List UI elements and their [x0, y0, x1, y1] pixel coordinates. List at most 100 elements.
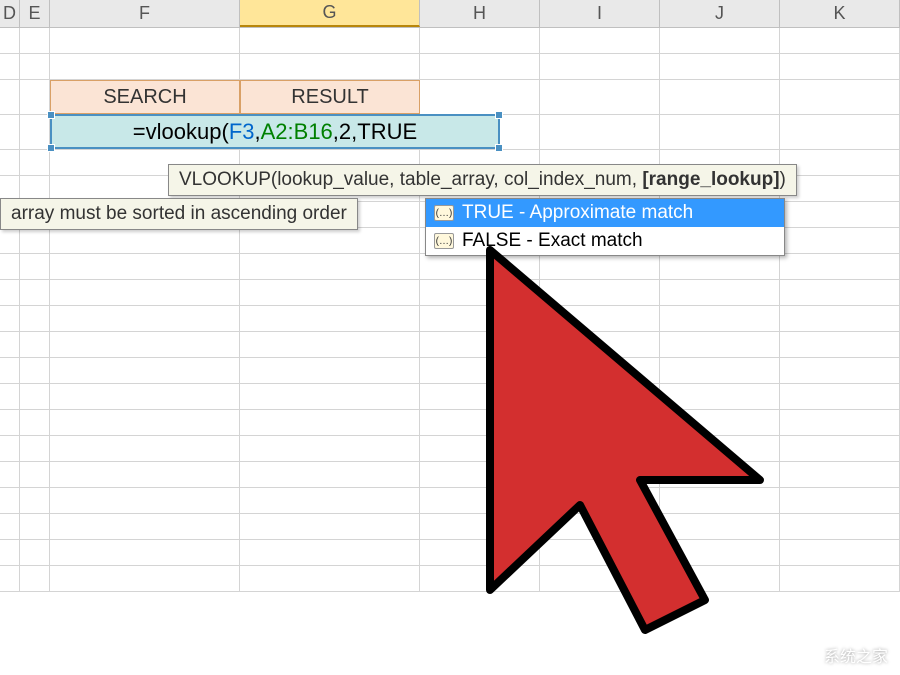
cell[interactable] [780, 28, 900, 53]
cell[interactable] [240, 566, 420, 591]
cell[interactable] [780, 202, 900, 227]
cell[interactable] [0, 540, 20, 565]
cell[interactable] [240, 228, 420, 253]
cell[interactable] [0, 115, 20, 149]
cell[interactable] [0, 280, 20, 305]
cell[interactable] [20, 80, 50, 114]
cell[interactable] [780, 115, 900, 149]
cell[interactable] [0, 410, 20, 435]
cell[interactable] [20, 332, 50, 357]
col-header-I[interactable]: I [540, 0, 660, 27]
cell[interactable] [50, 488, 240, 513]
col-header-F[interactable]: F [50, 0, 240, 27]
cell[interactable] [50, 306, 240, 331]
cell[interactable] [20, 358, 50, 383]
cell[interactable] [0, 80, 20, 114]
cell[interactable] [0, 462, 20, 487]
cell[interactable] [420, 28, 540, 53]
cell[interactable] [0, 358, 20, 383]
cell[interactable] [240, 384, 420, 409]
cell[interactable] [50, 410, 240, 435]
selection-handle-icon[interactable] [495, 144, 503, 152]
cell[interactable] [0, 514, 20, 539]
cell[interactable] [20, 436, 50, 461]
selection-handle-icon[interactable] [47, 111, 55, 119]
cell[interactable] [540, 54, 660, 79]
cell[interactable] [540, 115, 660, 149]
cell[interactable] [240, 514, 420, 539]
cell[interactable] [780, 54, 900, 79]
cell[interactable] [20, 228, 50, 253]
cell[interactable] [20, 514, 50, 539]
cell[interactable] [50, 358, 240, 383]
col-header-D[interactable]: D [0, 0, 20, 27]
cell[interactable] [50, 254, 240, 279]
cell[interactable] [240, 280, 420, 305]
cell[interactable] [240, 28, 420, 53]
cell[interactable] [20, 410, 50, 435]
cell[interactable] [420, 80, 540, 114]
cell[interactable] [0, 28, 20, 53]
cell[interactable] [780, 80, 900, 114]
cell[interactable] [0, 384, 20, 409]
cell[interactable] [20, 306, 50, 331]
cell[interactable] [20, 540, 50, 565]
cell[interactable] [20, 566, 50, 591]
cell[interactable] [660, 80, 780, 114]
cell[interactable] [50, 566, 240, 591]
cell[interactable] [20, 280, 50, 305]
cell[interactable] [240, 358, 420, 383]
cell[interactable] [50, 436, 240, 461]
cell[interactable] [240, 462, 420, 487]
cell[interactable] [50, 462, 240, 487]
cell[interactable] [20, 488, 50, 513]
autocomplete-option-true[interactable]: (…) TRUE - Approximate match [426, 199, 784, 227]
cell[interactable] [20, 150, 50, 175]
search-header-cell[interactable]: SEARCH [50, 80, 240, 114]
cell[interactable] [540, 80, 660, 114]
selection-handle-icon[interactable] [495, 111, 503, 119]
cell[interactable] [0, 488, 20, 513]
cell[interactable] [50, 28, 240, 53]
cell[interactable] [20, 384, 50, 409]
cell[interactable] [50, 54, 240, 79]
col-header-G[interactable]: G [240, 0, 420, 27]
cell[interactable] [240, 488, 420, 513]
active-formula-cell[interactable]: =vlookup(F3,A2:B16,2,TRUE [50, 114, 500, 149]
cell[interactable] [0, 566, 20, 591]
cell[interactable] [420, 54, 540, 79]
cell[interactable] [780, 176, 900, 201]
cell[interactable] [0, 254, 20, 279]
cell[interactable] [20, 54, 50, 79]
cell[interactable] [240, 332, 420, 357]
cell[interactable] [660, 115, 780, 149]
col-header-K[interactable]: K [780, 0, 900, 27]
cell[interactable] [0, 150, 20, 175]
cell[interactable] [660, 28, 780, 53]
formula-text[interactable]: =vlookup(F3,A2:B16,2,TRUE [133, 119, 417, 145]
cell[interactable] [20, 254, 50, 279]
cell[interactable] [20, 28, 50, 53]
cell[interactable] [240, 410, 420, 435]
cell[interactable] [50, 384, 240, 409]
cell[interactable] [50, 540, 240, 565]
cell[interactable] [0, 332, 20, 357]
cell[interactable] [240, 306, 420, 331]
cell[interactable] [540, 28, 660, 53]
cell[interactable] [240, 254, 420, 279]
cell[interactable] [0, 306, 20, 331]
cell[interactable] [50, 280, 240, 305]
cell[interactable] [50, 228, 240, 253]
cell[interactable] [50, 514, 240, 539]
cell[interactable] [20, 115, 50, 149]
cell[interactable] [20, 462, 50, 487]
result-header-cell[interactable]: RESULT [240, 80, 420, 114]
cell[interactable] [0, 54, 20, 79]
cell[interactable] [240, 436, 420, 461]
selection-handle-icon[interactable] [47, 144, 55, 152]
cell[interactable] [50, 332, 240, 357]
cell[interactable] [0, 228, 20, 253]
cell[interactable] [780, 150, 900, 175]
cell[interactable] [660, 54, 780, 79]
cell[interactable] [0, 436, 20, 461]
